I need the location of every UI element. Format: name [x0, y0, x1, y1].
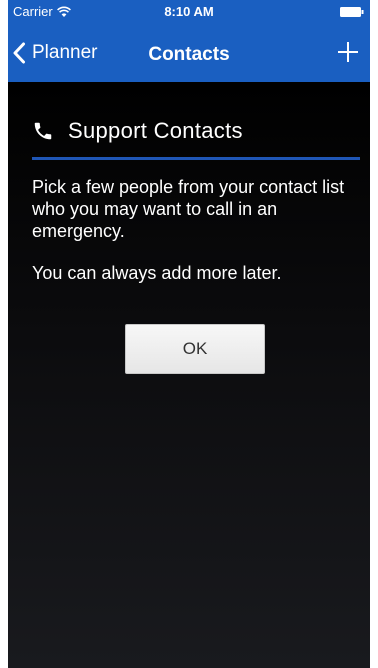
section-heading: Support Contacts — [32, 118, 243, 144]
main-content: Support Contacts Pick a few people from … — [8, 82, 370, 668]
page-title: Contacts — [148, 44, 230, 65]
instructions-text: Pick a few people from your contact list… — [32, 177, 345, 241]
hint-text: You can always add more later. — [32, 263, 282, 283]
app-screen: Carrier 8:10 AM Planner Contacts Support… — [8, 0, 370, 668]
navigation-bar: Planner Contacts — [8, 24, 370, 82]
battery-full-icon — [340, 7, 364, 17]
status-bar: Carrier 8:10 AM — [8, 0, 370, 24]
ok-button[interactable]: OK — [125, 324, 265, 374]
heading-divider — [32, 157, 360, 160]
section-heading-text: Support Contacts — [68, 118, 243, 143]
phone-icon — [34, 122, 52, 140]
status-time: 8:10 AM — [164, 4, 214, 19]
plus-icon[interactable] — [332, 36, 364, 68]
